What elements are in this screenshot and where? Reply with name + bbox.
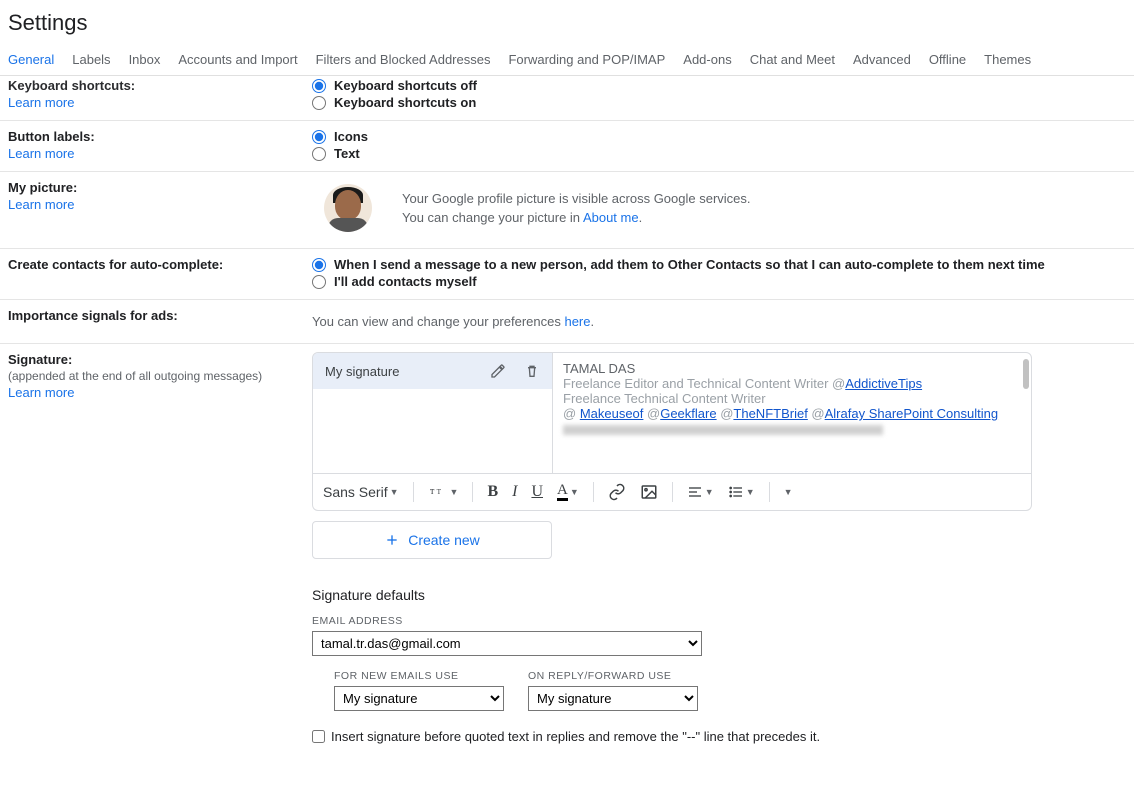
my-picture-learn-more[interactable]: Learn more [8, 197, 312, 212]
ads-text-post: . [591, 314, 595, 329]
page-title: Settings [0, 0, 1134, 52]
italic-button[interactable]: I [512, 483, 517, 501]
tab-chat[interactable]: Chat and Meet [750, 52, 835, 67]
tab-forwarding[interactable]: Forwarding and POP/IMAP [508, 52, 665, 67]
blurred-line [563, 425, 883, 435]
my-picture-line2-post: . [639, 210, 643, 225]
font-family-picker[interactable]: Sans Serif▼ [323, 484, 399, 500]
create-new-label: Create new [408, 532, 480, 548]
tab-accounts[interactable]: Accounts and Import [178, 52, 297, 67]
link-button[interactable] [608, 483, 626, 501]
keyboard-shortcuts-on-radio[interactable] [312, 96, 326, 110]
button-labels-text-radio[interactable] [312, 147, 326, 161]
sig-role2: Freelance Technical Content Writer [563, 391, 1021, 406]
button-labels-title: Button labels: [8, 129, 312, 144]
tab-addons[interactable]: Add-ons [683, 52, 731, 67]
email-address-label: EMAIL ADDRESS [312, 615, 1126, 627]
button-labels-learn-more[interactable]: Learn more [8, 146, 312, 161]
sig-at3: @ [717, 406, 734, 421]
ads-here-link[interactable]: here [564, 314, 590, 329]
my-picture-text: Your Google profile picture is visible a… [402, 189, 751, 228]
insert-signature-checkbox[interactable] [312, 730, 325, 743]
tabs-bar: General Labels Inbox Accounts and Import… [0, 52, 1134, 76]
sig-name: TAMAL DAS [563, 361, 1021, 376]
auto-complete-opt2-radio[interactable] [312, 275, 326, 289]
for-new-emails-label: FOR NEW EMAILS USE [334, 670, 504, 682]
tab-filters[interactable]: Filters and Blocked Addresses [316, 52, 491, 67]
sig-role1: Freelance Editor and Technical Content W… [563, 376, 845, 391]
signature-title: Signature: [8, 352, 312, 367]
svg-text:T: T [436, 487, 441, 496]
underline-button[interactable]: U [531, 483, 543, 501]
keyboard-shortcuts-off-label: Keyboard shortcuts off [334, 78, 477, 93]
insert-signature-label: Insert signature before quoted text in r… [331, 729, 820, 744]
list-button[interactable]: ▼ [728, 484, 755, 500]
image-button[interactable] [640, 483, 658, 501]
sig-at4: @ [808, 406, 825, 421]
bold-button[interactable]: B [487, 483, 498, 501]
signature-toolbar: Sans Serif▼ тT▼ B I U A▼ ▼ ▼ ▼ [313, 473, 1031, 510]
sig-link-makeuseof[interactable]: Makeuseof [580, 406, 644, 421]
font-size-picker[interactable]: тT▼ [428, 484, 459, 500]
tab-offline[interactable]: Offline [929, 52, 966, 67]
signature-learn-more[interactable]: Learn more [8, 385, 312, 400]
create-new-signature-button[interactable]: Create new [312, 521, 552, 559]
sig-link-alrafay[interactable]: Alrafay SharePoint Consulting [825, 406, 998, 421]
keyboard-shortcuts-on-label: Keyboard shortcuts on [334, 95, 476, 110]
align-button[interactable]: ▼ [687, 484, 714, 500]
sig-link-nftbrief[interactable]: TheNFTBrief [733, 406, 807, 421]
tab-labels[interactable]: Labels [72, 52, 110, 67]
signature-item[interactable]: My signature [313, 353, 552, 389]
text-color-button[interactable]: A▼ [557, 483, 579, 501]
keyboard-shortcuts-title: Keyboard shortcuts: [8, 78, 312, 93]
on-reply-label: ON REPLY/FORWARD USE [528, 670, 698, 682]
signature-item-name: My signature [325, 364, 399, 379]
ads-title: Importance signals for ads: [8, 308, 312, 323]
my-picture-line2-pre: You can change your picture in [402, 210, 583, 225]
auto-complete-opt1-radio[interactable] [312, 258, 326, 272]
signature-editor: My signature TAMAL DAS [312, 352, 1032, 511]
tab-general[interactable]: General [8, 52, 54, 67]
signature-list: My signature [313, 353, 553, 473]
my-picture-line1: Your Google profile picture is visible a… [402, 189, 751, 209]
edit-icon[interactable] [490, 363, 506, 379]
tab-advanced[interactable]: Advanced [853, 52, 911, 67]
more-formatting-button[interactable]: ▼ [784, 487, 793, 497]
signature-defaults-title: Signature defaults [312, 587, 1126, 603]
button-labels-icons-label: Icons [334, 129, 368, 144]
signature-content[interactable]: TAMAL DAS Freelance Editor and Technical… [553, 353, 1031, 473]
sig-link-geekflare[interactable]: Geekflare [660, 406, 716, 421]
keyboard-shortcuts-learn-more[interactable]: Learn more [8, 95, 312, 110]
avatar[interactable] [324, 184, 372, 232]
svg-text:т: т [430, 486, 435, 497]
for-new-emails-select[interactable]: My signature [334, 686, 504, 711]
keyboard-shortcuts-off-radio[interactable] [312, 79, 326, 93]
tab-inbox[interactable]: Inbox [129, 52, 161, 67]
auto-complete-title: Create contacts for auto-complete: [8, 257, 312, 272]
button-labels-icons-radio[interactable] [312, 130, 326, 144]
sig-link-addictivetips[interactable]: AddictiveTips [845, 376, 922, 391]
ads-text-pre: You can view and change your preferences [312, 314, 564, 329]
scrollbar-thumb[interactable] [1023, 359, 1029, 389]
delete-icon[interactable] [524, 363, 540, 379]
sig-at2: @ [643, 406, 660, 421]
email-address-select[interactable]: tamal.tr.das@gmail.com [312, 631, 702, 656]
auto-complete-opt2-label: I'll add contacts myself [334, 274, 477, 289]
my-picture-title: My picture: [8, 180, 312, 195]
plus-icon [384, 532, 400, 548]
signature-subtitle: (appended at the end of all outgoing mes… [8, 369, 312, 383]
on-reply-select[interactable]: My signature [528, 686, 698, 711]
button-labels-text-label: Text [334, 146, 360, 161]
tab-themes[interactable]: Themes [984, 52, 1031, 67]
sig-at1: @ [563, 406, 580, 421]
about-me-link[interactable]: About me [583, 210, 639, 225]
auto-complete-opt1-label: When I send a message to a new person, a… [334, 257, 1045, 272]
